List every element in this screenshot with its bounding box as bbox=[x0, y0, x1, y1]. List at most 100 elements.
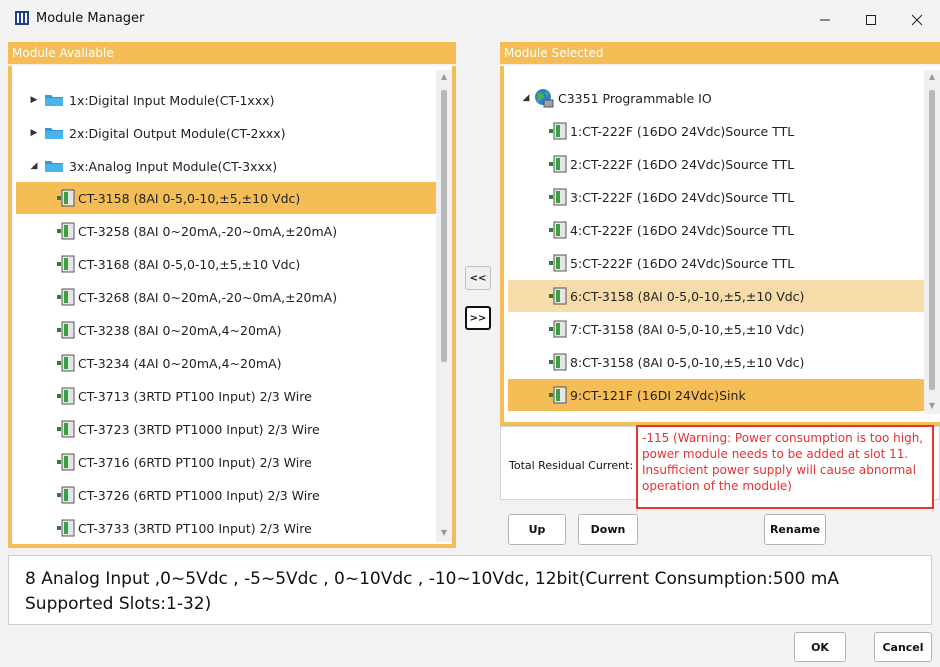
tree-item-label: CT-3258 (8AI 0~20mA,-20~0mA,±20mA) bbox=[78, 223, 338, 239]
tree-item-label: 1x:Digital Input Module(CT-1xxx) bbox=[69, 92, 275, 108]
down-button[interactable]: Down bbox=[578, 514, 638, 545]
close-icon bbox=[911, 14, 923, 26]
left-scroll-thumb[interactable] bbox=[441, 90, 447, 362]
module-icon bbox=[57, 189, 75, 207]
tree-item-label: CT-3234 (4AI 0~20mA,4~20mA) bbox=[78, 355, 282, 371]
ok-button[interactable]: OK bbox=[794, 632, 846, 662]
module-icon bbox=[549, 353, 567, 371]
selected-slot-1[interactable]: 1:CT-222F (16DO 24Vdc)Source TTL bbox=[508, 115, 794, 147]
module-selected-header: Module Selected bbox=[500, 42, 940, 64]
right-scrollbar[interactable]: ▲ ▼ bbox=[924, 70, 940, 414]
tree-item-ct3723[interactable]: CT-3723 (3RTD PT1000 Input) 2/3 Wire bbox=[16, 413, 320, 445]
selected-slot-6[interactable]: 6:CT-3158 (8AI 0-5,0-10,±5,±10 Vdc) bbox=[508, 280, 924, 312]
module-icon bbox=[57, 486, 75, 504]
module-icon bbox=[57, 321, 75, 339]
tree-item-ct3713[interactable]: CT-3713 (3RTD PT100 Input) 2/3 Wire bbox=[16, 380, 312, 412]
tree-item-label: 3:CT-222F (16DO 24Vdc)Source TTL bbox=[570, 189, 795, 205]
module-icon bbox=[549, 122, 567, 140]
tree-item-label: 1:CT-222F (16DO 24Vdc)Source TTL bbox=[570, 123, 795, 139]
module-icon bbox=[549, 254, 567, 272]
folder-icon bbox=[45, 161, 63, 172]
maximize-button[interactable] bbox=[848, 0, 894, 40]
tree-item-ct3726[interactable]: CT-3726 (6RTD PT1000 Input) 2/3 Wire bbox=[16, 479, 320, 511]
minimize-button[interactable] bbox=[802, 0, 848, 40]
tree-item-label: 7:CT-3158 (8AI 0-5,0-10,±5,±10 Vdc) bbox=[570, 321, 805, 337]
module-icon bbox=[57, 222, 75, 240]
tree-item-label: 8:CT-3158 (8AI 0-5,0-10,±5,±10 Vdc) bbox=[570, 354, 805, 370]
module-icon bbox=[549, 287, 567, 305]
left-scrollbar[interactable]: ▲ ▼ bbox=[436, 70, 452, 542]
folder-icon bbox=[45, 95, 63, 106]
tree-item-label: 4:CT-222F (16DO 24Vdc)Source TTL bbox=[570, 222, 795, 238]
tree-item-ct3234[interactable]: CT-3234 (4AI 0~20mA,4~20mA) bbox=[16, 347, 282, 379]
tree-item-label: 5:CT-222F (16DO 24Vdc)Source TTL bbox=[570, 255, 795, 271]
tree-item-label: CT-3713 (3RTD PT100 Input) 2/3 Wire bbox=[78, 388, 312, 404]
tree-item-label: CT-3733 (3RTD PT100 Input) 2/3 Wire bbox=[78, 520, 312, 536]
grid-app-icon bbox=[15, 11, 29, 25]
power-warning: -115 (Warning: Power consumption is too … bbox=[636, 425, 934, 509]
tree-item-label: 3x:Analog Input Module(CT-3xxx) bbox=[69, 158, 278, 174]
remove-module-button[interactable]: << bbox=[465, 266, 491, 290]
tree-group-digital-input[interactable]: ▶ 1x:Digital Input Module(CT-1xxx) bbox=[16, 84, 275, 116]
maximize-icon bbox=[866, 15, 876, 25]
rename-button[interactable]: Rename bbox=[764, 514, 826, 545]
module-icon bbox=[549, 386, 567, 404]
selected-viewport: ◢ C3351 Programmable IO 1:CT-222F (16DO … bbox=[508, 70, 924, 414]
root-label: C3351 Programmable IO bbox=[558, 90, 712, 106]
expand-arrow-icon[interactable]: ▶ bbox=[28, 128, 40, 138]
tree-root-c3351[interactable]: ◢ C3351 Programmable IO bbox=[508, 82, 712, 114]
tree-item-ct3733[interactable]: CT-3733 (3RTD PT100 Input) 2/3 Wire bbox=[16, 512, 312, 542]
folder-icon bbox=[45, 128, 63, 139]
selected-slot-3[interactable]: 3:CT-222F (16DO 24Vdc)Source TTL bbox=[508, 181, 794, 213]
tree-item-ct3258[interactable]: CT-3258 (8AI 0~20mA,-20~0mA,±20mA) bbox=[16, 215, 337, 247]
minimize-icon bbox=[820, 19, 830, 21]
module-selected-tree[interactable]: ◢ C3351 Programmable IO 1:CT-222F (16DO … bbox=[500, 66, 940, 426]
tree-item-ct3168[interactable]: CT-3168 (8AI 0-5,0-10,±5,±10 Vdc) bbox=[16, 248, 300, 280]
collapse-arrow-icon[interactable]: ◢ bbox=[520, 93, 532, 103]
tree-group-analog-input[interactable]: ◢ 3x:Analog Input Module(CT-3xxx) bbox=[16, 150, 278, 182]
selected-slot-5[interactable]: 5:CT-222F (16DO 24Vdc)Source TTL bbox=[508, 247, 794, 279]
tree-group-digital-output[interactable]: ▶ 2x:Digital Output Module(CT-2xxx) bbox=[16, 117, 286, 149]
cancel-button[interactable]: Cancel bbox=[874, 632, 932, 662]
module-icon bbox=[57, 420, 75, 438]
scroll-up-icon[interactable]: ▲ bbox=[926, 72, 938, 81]
tree-item-label: CT-3158 (8AI 0-5,0-10,±5,±10 Vdc) bbox=[78, 190, 301, 206]
tree-item-ct3268[interactable]: CT-3268 (8AI 0~20mA,-20~0mA,±20mA) bbox=[16, 281, 337, 313]
add-module-button[interactable]: >> bbox=[465, 306, 491, 330]
tree-item-ct3238[interactable]: CT-3238 (8AI 0~20mA,4~20mA) bbox=[16, 314, 282, 346]
module-icon bbox=[549, 155, 567, 173]
tree-item-label: 6:CT-3158 (8AI 0-5,0-10,±5,±10 Vdc) bbox=[570, 288, 805, 304]
module-icon bbox=[57, 288, 75, 306]
residual-label: Total Residual Current: bbox=[509, 459, 634, 472]
selected-slot-4[interactable]: 4:CT-222F (16DO 24Vdc)Source TTL bbox=[508, 214, 794, 246]
module-available-tree[interactable]: ▶ 1x:Digital Input Module(CT-1xxx) ▶ 2x:… bbox=[8, 66, 456, 548]
collapse-arrow-icon[interactable]: ◢ bbox=[28, 161, 40, 171]
tree-item-ct3158[interactable]: CT-3158 (8AI 0-5,0-10,±5,±10 Vdc) bbox=[16, 182, 436, 214]
tree-item-label: CT-3716 (6RTD PT100 Input) 2/3 Wire bbox=[78, 454, 312, 470]
tree-item-label: CT-3723 (3RTD PT1000 Input) 2/3 Wire bbox=[78, 421, 320, 437]
close-button[interactable] bbox=[894, 0, 940, 40]
scroll-down-icon[interactable]: ▼ bbox=[926, 401, 938, 410]
scroll-up-icon[interactable]: ▲ bbox=[438, 72, 450, 81]
selected-slot-9[interactable]: 9:CT-121F (16DI 24Vdc)Sink bbox=[508, 379, 924, 411]
tree-item-label: 9:CT-121F (16DI 24Vdc)Sink bbox=[570, 387, 746, 403]
tree-item-ct3716[interactable]: CT-3716 (6RTD PT100 Input) 2/3 Wire bbox=[16, 446, 312, 478]
selected-slot-2[interactable]: 2:CT-222F (16DO 24Vdc)Source TTL bbox=[508, 148, 794, 180]
tree-item-label: 2:CT-222F (16DO 24Vdc)Source TTL bbox=[570, 156, 795, 172]
selected-slot-8[interactable]: 8:CT-3158 (8AI 0-5,0-10,±5,±10 Vdc) bbox=[508, 346, 804, 378]
expand-arrow-icon[interactable]: ▶ bbox=[28, 95, 40, 105]
tree-item-label: CT-3726 (6RTD PT1000 Input) 2/3 Wire bbox=[78, 487, 320, 503]
tree-viewport: ▶ 1x:Digital Input Module(CT-1xxx) ▶ 2x:… bbox=[16, 70, 436, 542]
title-bar: Module Manager bbox=[0, 0, 940, 40]
module-icon bbox=[549, 188, 567, 206]
up-button[interactable]: Up bbox=[508, 514, 566, 545]
module-icon bbox=[549, 320, 567, 338]
module-icon bbox=[549, 221, 567, 239]
right-scroll-thumb[interactable] bbox=[929, 90, 935, 390]
module-description: 8 Analog Input ,0~5Vdc , -5~5Vdc , 0~10V… bbox=[8, 555, 932, 625]
module-icon bbox=[57, 387, 75, 405]
selected-slot-7[interactable]: 7:CT-3158 (8AI 0-5,0-10,±5,±10 Vdc) bbox=[508, 313, 804, 345]
module-icon bbox=[57, 354, 75, 372]
module-available-header: Module Avaliable bbox=[8, 42, 456, 64]
scroll-down-icon[interactable]: ▼ bbox=[438, 528, 450, 537]
